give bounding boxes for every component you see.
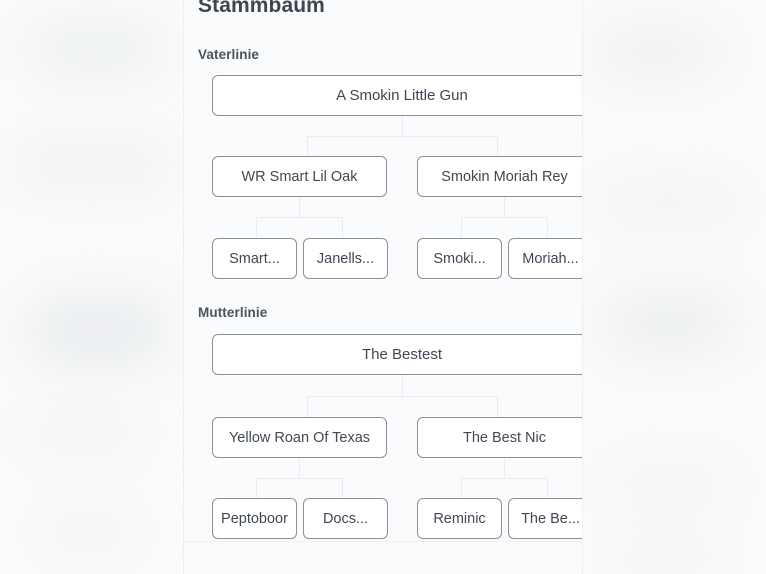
tree-node-root[interactable]: The Bestest xyxy=(212,334,582,375)
connector-line xyxy=(402,375,403,396)
connector-line xyxy=(504,197,505,217)
connector-line xyxy=(342,217,343,238)
connector-line xyxy=(461,217,462,238)
backdrop-blur-shape xyxy=(40,520,136,544)
backdrop-blur-shape xyxy=(596,34,718,70)
tree-node-leaf[interactable]: The Be... xyxy=(508,498,582,539)
connector-line xyxy=(299,197,300,217)
connector-line xyxy=(547,478,548,498)
connector-line xyxy=(497,396,498,417)
tree-node-mid[interactable]: Yellow Roan Of Texas xyxy=(212,417,387,458)
backdrop-blur-shape xyxy=(28,300,168,362)
page-title: Stammbaum xyxy=(198,0,325,17)
tree-node-leaf[interactable]: Reminic xyxy=(417,498,502,539)
connector-line xyxy=(256,478,257,498)
connector-line xyxy=(342,478,343,498)
connector-line xyxy=(307,136,308,156)
backdrop-blur-shape xyxy=(600,188,740,218)
connector-line xyxy=(307,396,308,417)
backdrop-blur-shape xyxy=(30,28,160,70)
pedigree-panel-content: Stammbaum Vaterlinie A Smokin Little Gun… xyxy=(184,0,582,574)
connector-line xyxy=(256,217,257,238)
backdrop-blur-shape xyxy=(604,296,736,350)
backdrop-blur-shape xyxy=(606,470,734,498)
tree-node-leaf[interactable]: Docs... xyxy=(303,498,388,539)
tree-node-leaf[interactable]: Smart... xyxy=(212,238,297,279)
connector-line xyxy=(461,217,547,218)
connector-line xyxy=(504,458,505,478)
tree-node-mid[interactable]: Smokin Moriah Rey xyxy=(417,156,582,197)
connector-line xyxy=(307,136,497,137)
connector-line xyxy=(307,396,497,397)
backdrop-blur-shape xyxy=(18,150,168,180)
connector-line xyxy=(461,478,462,498)
connector-line xyxy=(461,478,547,479)
connector-line xyxy=(497,136,498,156)
connector-line xyxy=(299,458,300,478)
tree-node-leaf[interactable]: Janells... xyxy=(303,238,388,279)
tree-node-mid[interactable]: WR Smart Lil Oak xyxy=(212,156,387,197)
connector-line xyxy=(256,217,342,218)
backdrop-blur-shape xyxy=(612,546,722,572)
section-divider xyxy=(184,541,582,542)
backdrop-blur-shape xyxy=(22,420,142,446)
tree-node-leaf[interactable]: Moriah... xyxy=(508,238,582,279)
connector-line xyxy=(256,478,342,479)
section-label-mutterlinie: Mutterlinie xyxy=(198,305,268,320)
connector-line xyxy=(402,116,403,136)
tree-node-mid[interactable]: The Best Nic xyxy=(417,417,582,458)
connector-line xyxy=(547,217,548,238)
tree-node-leaf[interactable]: Peptoboor xyxy=(212,498,297,539)
pedigree-panel: Stammbaum Vaterlinie A Smokin Little Gun… xyxy=(183,0,583,574)
tree-node-root[interactable]: A Smokin Little Gun xyxy=(212,75,582,116)
tree-node-leaf[interactable]: Smoki... xyxy=(417,238,502,279)
section-label-vaterlinie: Vaterlinie xyxy=(198,47,260,62)
